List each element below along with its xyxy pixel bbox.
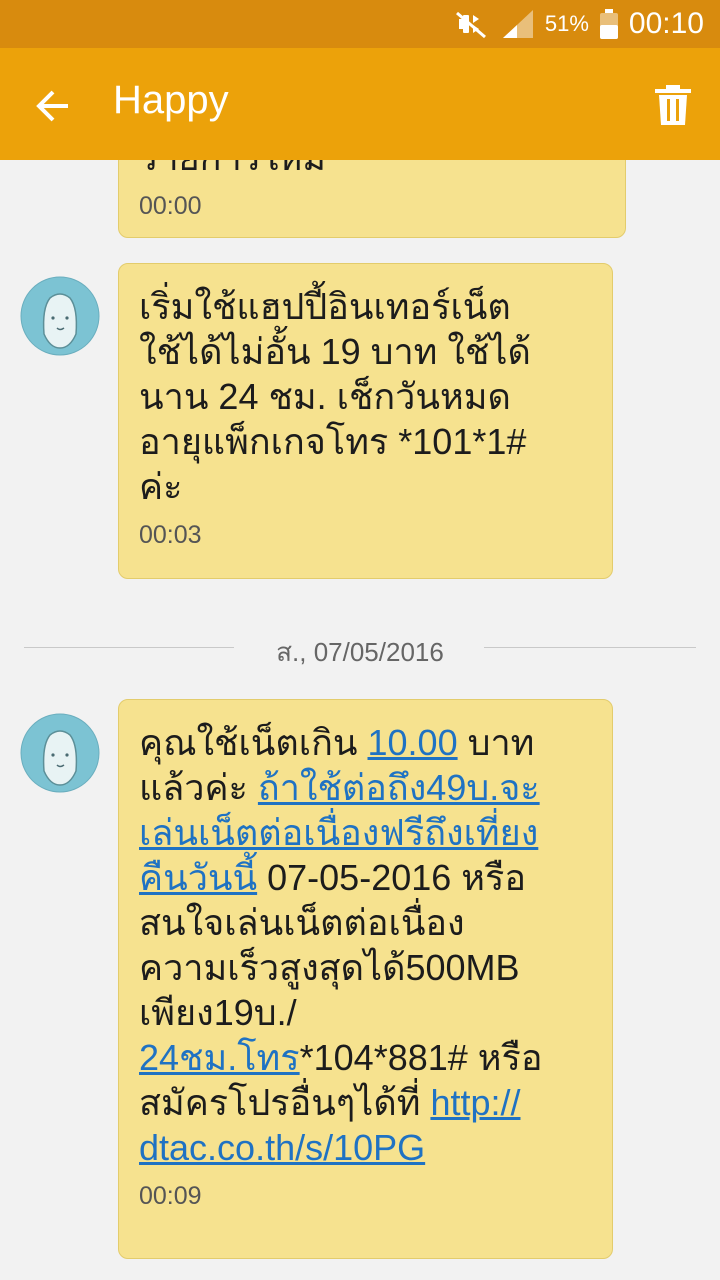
delete-button[interactable]	[652, 84, 694, 128]
amount-link[interactable]: 10.00	[368, 722, 458, 763]
app-bar: Happy	[0, 48, 720, 160]
signal-icon	[502, 10, 533, 38]
message-bubble[interactable]: รายการใหม่ 00:00	[118, 160, 626, 238]
call-link[interactable]: 24ชม.โทร	[139, 1037, 300, 1078]
message-text: เริ่มใช้แฮปปี้อินเทอร์เน็ต ใช้ได้ไม่อั้น…	[139, 286, 531, 507]
message-list[interactable]: รายการใหม่ 00:00 เริ่มใช้แฮปปี้อินเทอร์เ…	[0, 160, 720, 1280]
message-time: 00:03	[139, 521, 202, 549]
contact-avatar-icon[interactable]	[20, 276, 100, 356]
back-button[interactable]	[32, 84, 76, 128]
message-bubble[interactable]: คุณใช้เน็ตเกิน 10.00 บาท แล้วค่ะ ถ้าใช้ต…	[118, 699, 613, 1259]
status-bar: 51% 00:10	[0, 0, 720, 48]
battery-icon	[599, 9, 618, 39]
message-bubble[interactable]: เริ่มใช้แฮปปี้อินเทอร์เน็ต ใช้ได้ไม่อั้น…	[118, 263, 613, 579]
message-text: คุณใช้เน็ตเกิน 10.00 บาท แล้วค่ะ ถ้าใช้ต…	[139, 720, 592, 1170]
divider-line	[484, 647, 696, 648]
message-time: 00:00	[139, 192, 202, 220]
mute-icon	[455, 11, 486, 39]
clock: 00:10	[628, 7, 704, 40]
status-icons: 51% 00:10	[451, 0, 704, 48]
battery-percent: 51%	[544, 11, 589, 36]
message-time: 00:09	[139, 1182, 202, 1210]
back-arrow-icon	[36, 90, 68, 122]
contact-avatar-icon[interactable]	[20, 713, 100, 793]
delete-icon	[655, 85, 691, 125]
date-label: ส., 07/05/2016	[276, 637, 444, 667]
date-divider: ส., 07/05/2016	[24, 632, 696, 667]
message-text: รายการใหม่	[139, 160, 605, 180]
message-text-part: คุณใช้เน็ตเกิน	[139, 722, 368, 763]
conversation-title: Happy	[113, 78, 229, 122]
